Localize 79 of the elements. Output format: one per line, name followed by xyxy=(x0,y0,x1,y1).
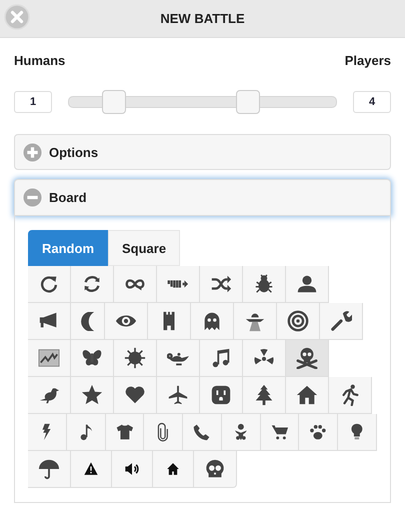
icon-button[interactable] xyxy=(28,377,71,414)
plus-icon xyxy=(23,142,42,162)
icon-button[interactable] xyxy=(299,414,338,451)
icon-button[interactable] xyxy=(105,303,148,340)
icon-button[interactable] xyxy=(286,266,329,303)
icon-button[interactable] xyxy=(157,340,200,377)
minus-icon xyxy=(23,188,42,207)
moon-icon xyxy=(81,312,94,330)
icon-button[interactable] xyxy=(234,303,278,340)
skull-crossbones-icon xyxy=(296,347,318,369)
wrench-icon xyxy=(330,310,352,332)
star-icon xyxy=(81,384,103,406)
icon-button[interactable] xyxy=(320,303,364,340)
humans-label: Humans xyxy=(14,53,66,68)
slider-handle[interactable] xyxy=(102,90,126,114)
window-title: NEW BATTLE xyxy=(160,11,245,26)
icon-button[interactable] xyxy=(286,340,329,377)
icon-button[interactable] xyxy=(71,451,112,488)
icon-button[interactable] xyxy=(277,303,320,340)
icon-button[interactable] xyxy=(114,340,157,377)
icon-button[interactable] xyxy=(157,377,200,414)
icon-button[interactable] xyxy=(28,303,71,340)
tree-icon xyxy=(253,384,275,406)
icon-button[interactable] xyxy=(200,266,243,303)
accordion-header[interactable]: Options xyxy=(14,134,391,170)
icon-button[interactable] xyxy=(28,266,71,303)
icon-button[interactable] xyxy=(114,377,157,414)
icon-button[interactable] xyxy=(28,451,71,488)
icon-button[interactable] xyxy=(191,303,234,340)
target-icon xyxy=(287,310,310,332)
house-icon xyxy=(296,384,318,406)
icon-button[interactable] xyxy=(200,340,243,377)
heart-icon xyxy=(124,384,146,406)
icon-button[interactable] xyxy=(28,414,67,451)
tab[interactable]: Square xyxy=(108,230,180,266)
icon-button[interactable] xyxy=(71,377,114,414)
players-label: Players xyxy=(344,53,391,68)
icon-button[interactable] xyxy=(329,377,372,414)
icon-button[interactable] xyxy=(28,340,71,377)
skull-icon xyxy=(204,458,226,480)
accordion-header[interactable]: Board xyxy=(14,179,391,216)
tab[interactable]: Random xyxy=(28,230,108,266)
bug-icon xyxy=(253,273,275,295)
icon-button[interactable] xyxy=(222,414,261,451)
players-field[interactable]: 4 xyxy=(353,91,391,113)
icon-button[interactable] xyxy=(114,266,157,303)
icon-button[interactable] xyxy=(200,377,243,414)
icon-button[interactable] xyxy=(112,451,153,488)
section-title: Board xyxy=(49,190,87,205)
sun-icon xyxy=(124,347,146,369)
close-icon xyxy=(4,4,30,30)
icon-button[interactable] xyxy=(243,266,286,303)
icon-button[interactable] xyxy=(71,266,114,303)
slider-handle[interactable] xyxy=(236,90,260,114)
icon-button[interactable] xyxy=(66,414,106,451)
icon-button[interactable] xyxy=(286,377,329,414)
icon-button[interactable] xyxy=(243,377,286,414)
icon-button[interactable] xyxy=(157,266,200,303)
icon-button[interactable] xyxy=(153,451,194,488)
outlet-icon xyxy=(210,384,232,406)
icon-button[interactable] xyxy=(194,451,237,488)
range-slider[interactable] xyxy=(68,90,337,114)
umbrella-icon xyxy=(38,458,60,480)
icon-button[interactable] xyxy=(71,303,106,340)
icon-button[interactable] xyxy=(144,414,184,451)
icon-button[interactable] xyxy=(260,414,300,451)
shuffle-icon xyxy=(210,273,232,295)
music-icon xyxy=(210,347,232,369)
section-title: Options xyxy=(49,144,98,160)
chart-icon xyxy=(38,347,60,369)
humans-field[interactable]: 1 xyxy=(14,91,52,113)
icon-button[interactable] xyxy=(71,340,114,377)
icon-button[interactable] xyxy=(338,414,378,451)
icon-button[interactable] xyxy=(243,340,286,377)
icon-button[interactable] xyxy=(148,303,192,340)
user-icon xyxy=(296,273,318,295)
icon-button[interactable] xyxy=(106,414,144,451)
icon-button[interactable] xyxy=(183,414,222,451)
plane-icon xyxy=(167,384,189,406)
